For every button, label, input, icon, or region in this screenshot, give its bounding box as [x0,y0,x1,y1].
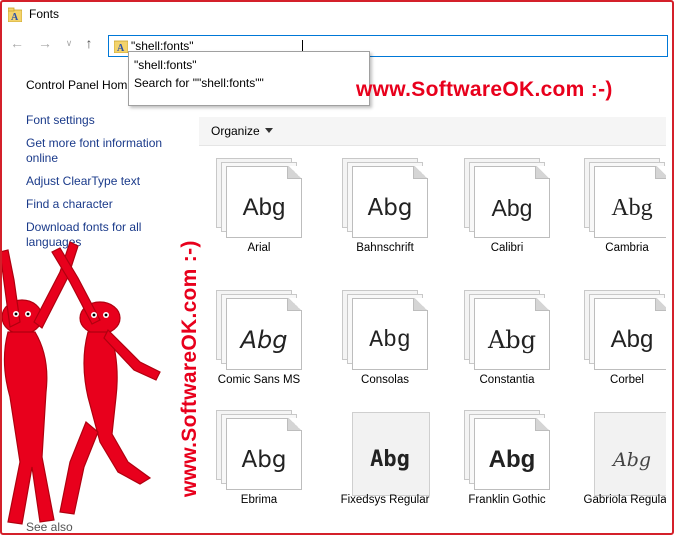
svg-text:A: A [11,12,19,22]
fonts-view: Organize Abg Arial Abg Bahnschrift Abg C… [199,117,666,533]
font-file-icon: Abg [342,290,432,376]
adjust-cleartype-link[interactable]: Adjust ClearType text [26,174,181,189]
font-tile-cambria[interactable]: Abg Cambria [567,150,666,280]
up-arrow-icon[interactable]: ↑ [80,34,98,52]
font-file-icon: Abg [216,290,306,376]
font-tile-bahnschrift[interactable]: Abg Bahnschrift [325,150,445,280]
font-file-icon: Abg [584,410,666,496]
address-autocomplete-dropdown: "shell:fonts" Search for ""shell:fonts"" [128,51,370,106]
recent-locations-chevron-icon[interactable]: ∨ [60,34,78,52]
back-arrow-icon[interactable]: ← [8,34,26,52]
font-grid: Abg Arial Abg Bahnschrift Abg Calibri Ab… [199,150,666,533]
font-sample: Abg [241,447,287,473]
font-file-icon: Abg [464,158,554,244]
font-settings-link[interactable]: Font settings [26,113,181,128]
font-file-icon: Abg [464,290,554,376]
font-name: Bahnschrift [356,242,414,254]
font-tile-comic-sans[interactable]: Abg Comic Sans MS [199,282,319,412]
font-file-icon: Abg [342,158,432,244]
font-sample: Abg [610,326,654,353]
organize-menu-button[interactable]: Organize [211,124,260,138]
fonts-folder-icon: A [8,7,22,22]
more-font-info-link[interactable]: Get more font information online [26,136,181,166]
forward-arrow-icon[interactable]: → [36,34,54,52]
font-name: Calibri [490,242,524,254]
font-tile-arial[interactable]: Abg Arial [199,150,319,280]
font-name: Comic Sans MS [217,374,301,386]
font-file-icon: Abg [584,290,666,376]
font-name: Corbel [610,374,644,386]
font-tile-franklin-gothic[interactable]: Abg Franklin Gothic [447,402,567,532]
font-name: Arial [247,242,271,254]
window-title: Fonts [29,7,60,21]
font-sample: Abg [242,194,286,221]
font-tile-ebrima[interactable]: Abg Ebrima [199,402,319,532]
font-sample: Abg [487,326,537,354]
autocomplete-item[interactable]: "shell:fonts" [134,58,197,72]
font-file-icon: Abg [342,410,432,496]
font-file-icon: Abg [216,158,306,244]
fonts-folder-icon: A [114,40,128,53]
font-file-icon: Abg [216,410,306,496]
cartoon-figures-illustration [0,241,161,525]
watermark-vertical: www.SoftwareOK.com :-) [178,240,201,497]
font-sample: Abg [611,195,653,221]
font-name: Franklin Gothic [468,494,546,506]
font-name: Fixedsys Regular [340,494,430,506]
font-tile-consolas[interactable]: Abg Consolas [325,282,445,412]
font-name: Cambria [605,242,649,254]
svg-text:A: A [117,43,125,53]
organize-caret-icon[interactable] [265,128,273,133]
autocomplete-search-item[interactable]: Search for ""shell:fonts"" [134,76,264,90]
font-sample: Abg [488,446,536,473]
font-name: Gabriola Regular [583,494,666,506]
font-sample: Abg [491,195,533,221]
font-name: Consolas [361,374,409,386]
font-tile-corbel[interactable]: Abg Corbel [567,282,666,412]
font-tile-constantia[interactable]: Abg Constantia [447,282,567,412]
font-tile-fixedsys[interactable]: Abg Fixedsys Regular [325,402,445,532]
watermark-horizontal: www.SoftwareOK.com :-) [356,78,613,101]
font-tile-calibri[interactable]: Abg Calibri [447,150,567,280]
font-file-icon: Abg [464,410,554,496]
font-sample: Abg [367,195,413,221]
font-sample: Abg [612,449,652,471]
font-name: Ebrima [240,494,278,506]
find-character-link[interactable]: Find a character [26,197,181,212]
font-sample: Abg [369,327,411,353]
font-tile-gabriola[interactable]: Abg Gabriola Regular [567,402,666,532]
font-sample: Abg [240,326,288,354]
command-bar: Organize [199,117,666,146]
font-file-icon: Abg [584,158,666,244]
font-sample: Abg [370,447,410,472]
font-name: Constantia [479,374,535,386]
title-bar: A Fonts [2,2,672,28]
